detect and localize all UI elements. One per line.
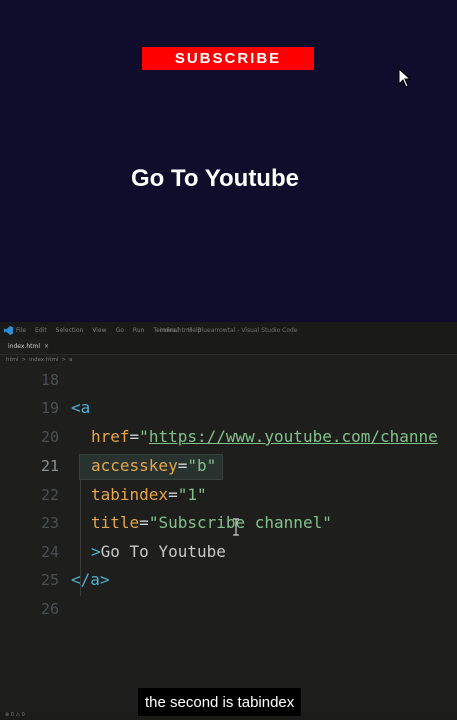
code-line: 20 href="https://www.youtube.com/channe (0, 423, 457, 451)
line-number: 24 (40, 543, 59, 561)
tab-index-html[interactable]: index.html × (0, 339, 49, 354)
close-icon[interactable]: × (44, 343, 49, 350)
menu-bar: File Edit Selection View Go Run Terminal… (0, 322, 457, 339)
attr-name: href (91, 427, 130, 446)
menu-view[interactable]: View (92, 327, 106, 334)
code-line-active: 21 accesskey="b" (0, 452, 457, 480)
link-text: Go To Youtube (100, 542, 226, 561)
breadcrumb-item[interactable]: html (6, 357, 19, 363)
code-line: 23 title="Subscribe channel" (0, 509, 457, 537)
equals-sign: = (129, 427, 140, 446)
tag-name: a (90, 570, 100, 589)
breadcrumb-item[interactable]: a (69, 357, 72, 363)
mouse-pointer-icon (398, 68, 412, 88)
equals-sign: = (139, 513, 149, 532)
code-line: 24 >Go To Youtube (0, 538, 457, 566)
tag-name: a (80, 398, 91, 417)
breadcrumb-separator: > (21, 357, 27, 363)
attr-name: accesskey (91, 456, 178, 475)
code-line: 25 </a> (0, 566, 457, 594)
tag-open-bracket: < (71, 398, 81, 417)
attr-name: title (91, 513, 140, 532)
line-number: 20 (40, 428, 59, 446)
youtube-link[interactable]: Go To Youtube (0, 165, 430, 193)
code-line: 26 (0, 595, 457, 623)
code-editor: File Edit Selection View Go Run Terminal… (0, 322, 457, 720)
equals-sign: = (177, 456, 188, 475)
subscribe-button[interactable]: SUBSCRIBE (142, 47, 314, 70)
breadcrumb-separator: > (61, 357, 67, 363)
closing-tag-open: </ (71, 570, 91, 589)
attr-value: "b" (187, 456, 217, 475)
menu-help[interactable]: Help (188, 327, 202, 334)
url-value[interactable]: https://www.youtube.com/channe (149, 427, 438, 446)
menu-edit[interactable]: Edit (35, 327, 47, 334)
problems-indicator[interactable]: ⊗ 0 ⚠ 0 (5, 712, 25, 718)
vscode-logo-icon (0, 326, 16, 335)
attr-value: "1" (177, 485, 207, 504)
menu-run[interactable]: Run (133, 327, 145, 334)
line-number: 25 (40, 571, 59, 589)
menu-selection[interactable]: Selection (56, 327, 84, 334)
code-line: 19 <a (0, 394, 457, 422)
menu-terminal[interactable]: Terminal (153, 327, 178, 334)
equals-sign: = (168, 485, 178, 504)
breadcrumb: html > index.html > a (6, 355, 75, 365)
browser-preview: SUBSCRIBE Go To Youtube (0, 0, 457, 322)
attr-name: tabindex (91, 485, 169, 504)
line-number: 19 (40, 399, 59, 417)
tab-label: index.html (8, 343, 40, 350)
quote: " (139, 427, 149, 446)
tab-bar: index.html × (0, 339, 457, 355)
line-number: 18 (40, 371, 59, 389)
line-number: 21 (40, 457, 59, 475)
video-caption: the second is tabindex (138, 688, 302, 716)
code-line: 22 tabindex="1" (0, 481, 457, 509)
line-number: 26 (40, 600, 59, 618)
breadcrumb-item[interactable]: index.html (29, 357, 58, 363)
tag-close-bracket: > (91, 542, 101, 561)
tag-close-bracket: > (99, 570, 110, 589)
attr-value: "Subscribe channel" (148, 513, 332, 532)
menu-file[interactable]: File (16, 327, 26, 334)
code-line: 18 (0, 366, 457, 394)
line-number: 23 (40, 514, 59, 532)
text-cursor-icon (233, 518, 239, 536)
menu-go[interactable]: Go (116, 327, 124, 334)
line-number: 22 (40, 486, 59, 504)
